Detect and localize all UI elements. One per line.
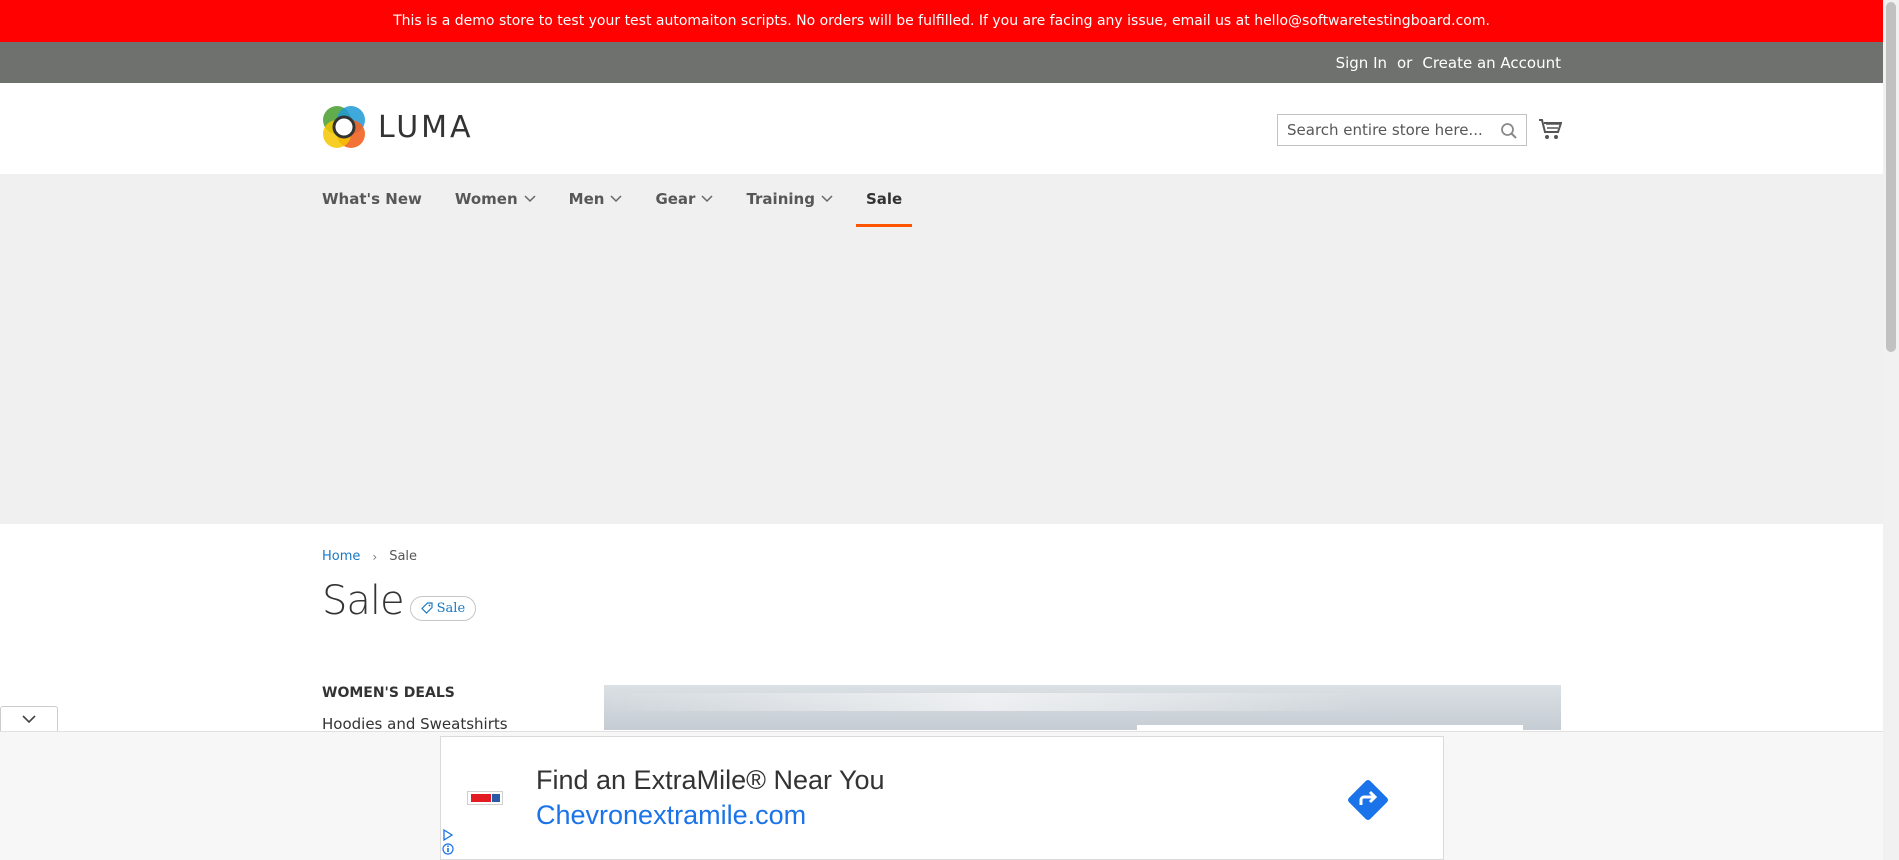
- search-box[interactable]: [1277, 114, 1527, 146]
- directions-arrow-icon[interactable]: [1343, 775, 1393, 825]
- ad-display-url[interactable]: Chevronextramile.com: [536, 800, 806, 831]
- nav-item-label: Women: [454, 190, 518, 208]
- nav-item-whats-new[interactable]: What's New: [322, 174, 432, 224]
- luma-logo-icon: [322, 105, 366, 149]
- hero-sky-streak: [604, 693, 1561, 711]
- main-navigation: What's New Women Men Gear Training Sale: [0, 174, 1883, 524]
- sale-tag-badge[interactable]: Sale: [409, 595, 477, 621]
- chevron-down-icon: [701, 195, 713, 203]
- ad-collapse-button[interactable]: [0, 706, 58, 732]
- hero-promo-panel: [1137, 725, 1523, 730]
- nav-item-label: Men: [568, 190, 605, 208]
- chevron-down-icon: [22, 715, 36, 724]
- ad-choices-icon[interactable]: [441, 829, 455, 859]
- nav-item-sale[interactable]: Sale: [855, 174, 913, 227]
- search-icon[interactable]: [1500, 122, 1518, 140]
- breadcrumb-current: Sale: [389, 549, 418, 564]
- luma-logo[interactable]: LUMA: [322, 105, 474, 149]
- breadcrumb: Home › Sale: [322, 549, 417, 564]
- nav-item-label: Gear: [655, 190, 696, 208]
- chevron-down-icon: [524, 195, 536, 203]
- or-separator: or: [1397, 53, 1413, 72]
- ad-creative[interactable]: Find an ExtraMile® Near You Chevronextra…: [440, 736, 1444, 860]
- page-title-wrapper: Sale Sale: [322, 578, 477, 624]
- site-header: LUMA: [0, 83, 1883, 174]
- sale-tag-label: Sale: [436, 600, 466, 616]
- nav-item-men[interactable]: Men: [559, 174, 633, 224]
- page-scrollbar[interactable]: [1883, 0, 1899, 860]
- scrollbar-thumb[interactable]: [1886, 2, 1896, 352]
- sale-hero-image[interactable]: [604, 685, 1561, 730]
- sign-in-link[interactable]: Sign In: [1336, 54, 1387, 72]
- nav-item-label: Sale: [865, 190, 903, 208]
- cart-icon[interactable]: [1538, 117, 1563, 141]
- demo-banner-text: This is a demo store to test your test a…: [393, 13, 1490, 29]
- logo-wordmark: LUMA: [378, 109, 474, 145]
- breadcrumb-home-link[interactable]: Home: [322, 549, 360, 564]
- nav-item-label: What's New: [322, 190, 422, 208]
- demo-store-banner: This is a demo store to test your test a…: [0, 0, 1883, 42]
- nav-item-training[interactable]: Training: [736, 174, 842, 224]
- nav-item-label: Training: [746, 190, 815, 208]
- womens-deals-heading: WOMEN'S DEALS: [322, 685, 455, 701]
- top-links-bar: Sign In or Create an Account: [0, 42, 1883, 83]
- search-input[interactable]: [1278, 115, 1488, 145]
- advertiser-logo: [467, 791, 503, 805]
- page-title: Sale: [322, 578, 405, 624]
- tag-icon: [420, 602, 433, 614]
- ad-headline[interactable]: Find an ExtraMile® Near You: [536, 765, 885, 796]
- nav-item-women[interactable]: Women: [445, 174, 546, 224]
- breadcrumb-separator-icon: ›: [372, 549, 378, 564]
- chevron-down-icon: [821, 195, 833, 203]
- nav-item-gear[interactable]: Gear: [645, 174, 723, 224]
- create-account-link[interactable]: Create an Account: [1422, 54, 1561, 72]
- chevron-down-icon: [610, 195, 622, 203]
